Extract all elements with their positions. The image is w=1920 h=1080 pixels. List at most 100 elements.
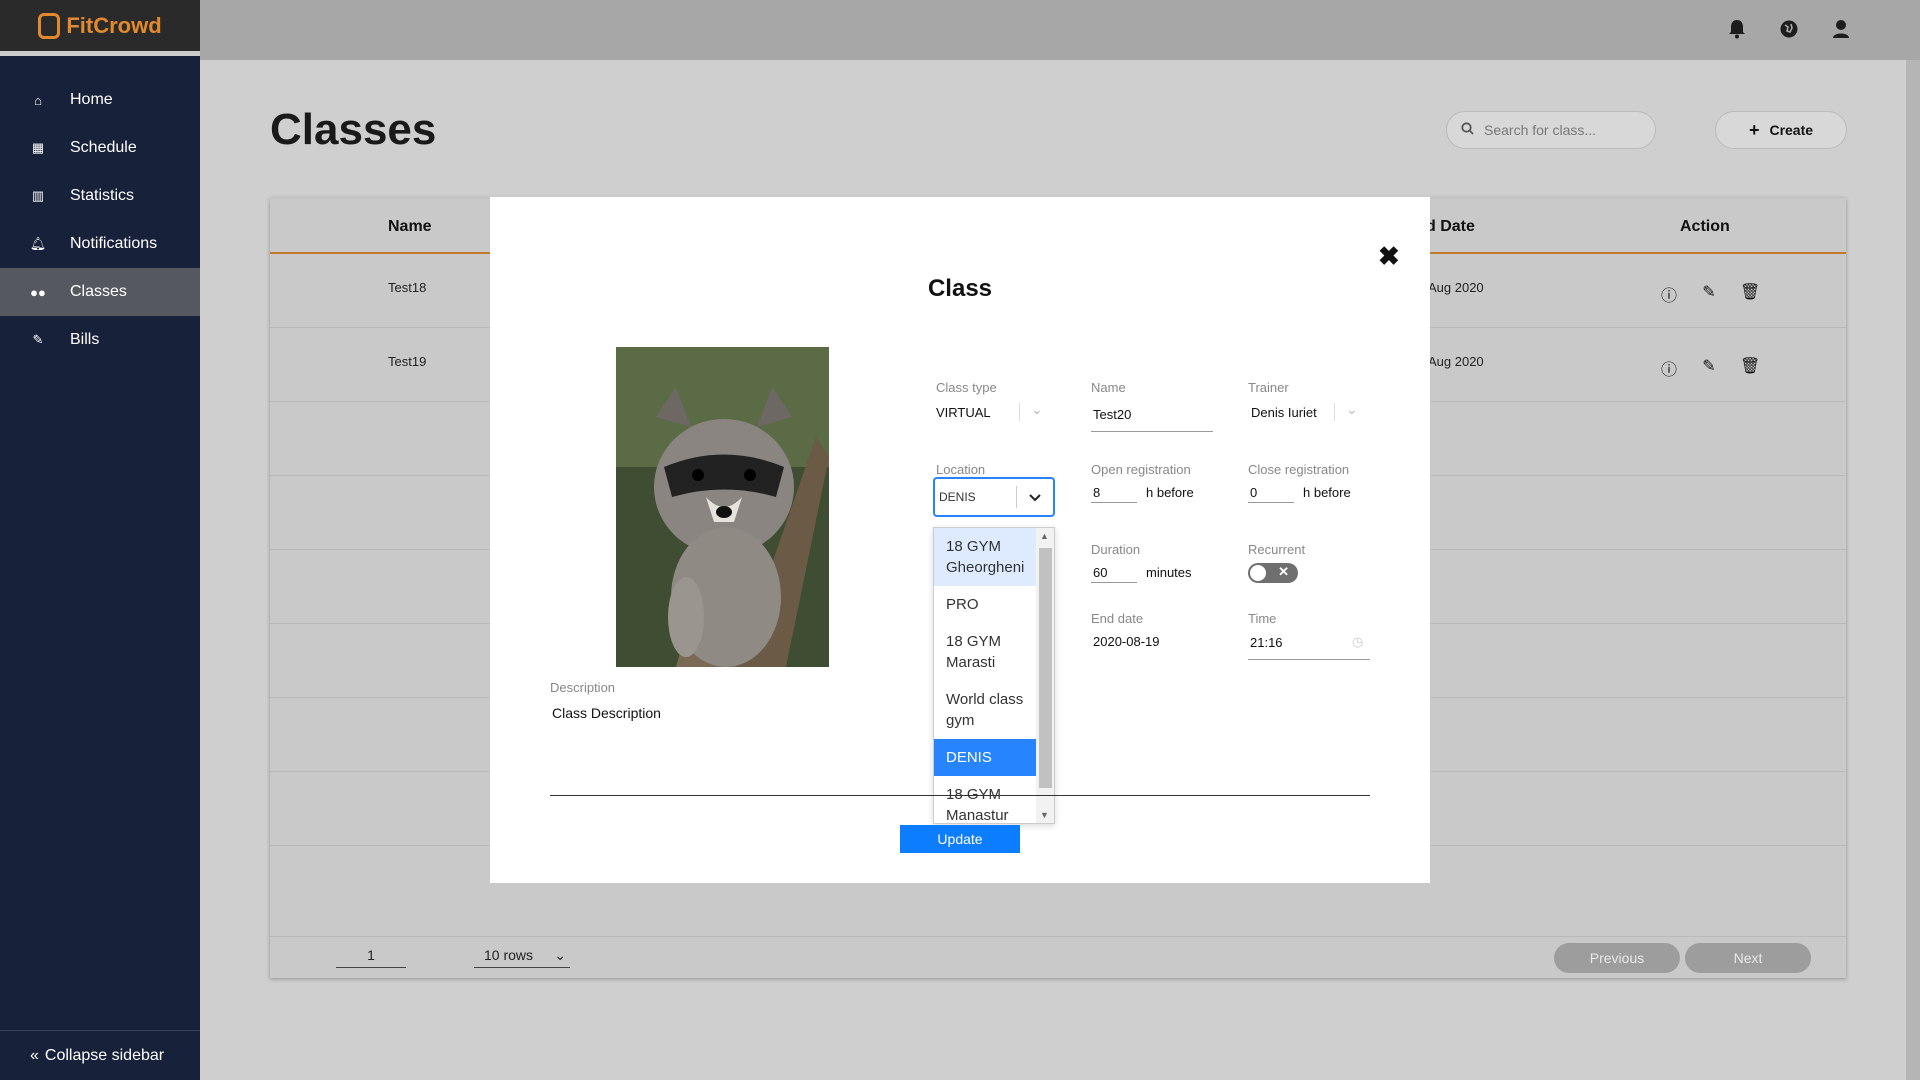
class-image[interactable] xyxy=(616,347,829,667)
update-button[interactable]: Update xyxy=(900,825,1020,853)
sidebar-item-schedule[interactable]: ▦ Schedule xyxy=(0,124,200,172)
globe-icon[interactable] xyxy=(1778,18,1800,40)
location-options: 18 GYM Gheorgheni PRO 18 GYM Marasti Wor… xyxy=(934,528,1037,823)
chevron-down-icon xyxy=(1017,489,1053,505)
sidebar-item-label: Home xyxy=(70,91,113,108)
create-button[interactable]: + Create xyxy=(1715,111,1847,149)
sidebar-item-bills[interactable]: ✎ Bills xyxy=(0,316,200,364)
column-header-name[interactable]: Name xyxy=(388,218,432,236)
name-label: Name xyxy=(1091,380,1126,395)
collapse-sidebar-button[interactable]: « Collapse sidebar xyxy=(0,1030,200,1080)
location-select[interactable]: DENIS xyxy=(933,477,1055,517)
trainer-value: Denis Iuriet xyxy=(1251,405,1317,420)
trash-icon[interactable]: 🗑︎ xyxy=(1740,356,1760,380)
sidebar-nav: ⌂ Home ▦ Schedule ▥ Statistics 🔔︎ Notifi… xyxy=(0,76,200,364)
duration-input[interactable]: 60 xyxy=(1093,565,1107,580)
close-icon[interactable]: ✖ xyxy=(1378,241,1400,272)
close-icon: ✕ xyxy=(1278,564,1289,579)
search-placeholder: Search for class... xyxy=(1484,122,1597,138)
scroll-down-icon[interactable]: ▼ xyxy=(1040,810,1049,820)
location-option-selected[interactable]: DENIS xyxy=(934,739,1037,776)
page-scrollbar[interactable] xyxy=(1906,60,1920,1080)
trainer-label: Trainer xyxy=(1248,380,1289,395)
watch-icon xyxy=(38,12,61,39)
time-input[interactable]: 21:16 xyxy=(1250,635,1283,650)
brand-logo[interactable]: FitCrowd xyxy=(38,12,162,39)
edit-icon[interactable]: ✎ xyxy=(1700,282,1718,306)
class-type-label: Class type xyxy=(936,380,997,395)
info-icon[interactable]: ⓘ xyxy=(1660,282,1678,306)
rows-per-page-value: 10 rows xyxy=(484,947,534,963)
sidebar-item-label: Schedule xyxy=(70,139,137,156)
trainer-select[interactable]: Denis Iuriet ⌄ xyxy=(1248,395,1370,423)
sidebar-item-statistics[interactable]: ▥ Statistics xyxy=(0,172,200,220)
location-option[interactable]: 18 GYM Marasti xyxy=(934,623,1037,681)
chevron-down-icon: ⌄ xyxy=(554,947,566,963)
scroll-thumb[interactable] xyxy=(1039,548,1052,788)
plus-icon: + xyxy=(1748,119,1760,140)
close-registration-input[interactable]: 0 xyxy=(1250,485,1257,500)
create-label: Create xyxy=(1769,122,1814,138)
edit-icon[interactable]: ✎ xyxy=(1700,356,1718,380)
bar-chart-icon: ▥ xyxy=(31,188,45,203)
class-type-select[interactable]: VIRTUAL ⌄ xyxy=(933,395,1055,423)
collapse-label: Collapse sidebar xyxy=(44,1046,165,1064)
location-option[interactable]: World class gym xyxy=(934,681,1037,739)
recurrent-toggle[interactable]: ✕ xyxy=(1248,563,1298,583)
open-registration-input[interactable]: 8 xyxy=(1093,485,1100,500)
chevron-down-icon: ⌄ xyxy=(1031,401,1043,417)
location-option[interactable]: 18 GYM Gheorgheni xyxy=(934,528,1037,586)
trash-icon[interactable]: 🗑︎ xyxy=(1740,282,1760,306)
column-header-end-date[interactable]: d Date xyxy=(1426,218,1475,236)
time-underline xyxy=(1248,659,1370,660)
sidebar-item-label: Notifications xyxy=(70,235,158,252)
row-end-date: Aug 2020 xyxy=(1428,354,1484,369)
home-icon: ⌂ xyxy=(34,92,42,108)
location-dropdown: 18 GYM Gheorgheni PRO 18 GYM Marasti Wor… xyxy=(933,527,1055,824)
close-registration-underline xyxy=(1248,502,1294,503)
next-button[interactable]: Next xyxy=(1685,943,1811,973)
search-icon xyxy=(1461,122,1474,138)
sidebar-item-notifications[interactable]: 🔔︎ Notifications xyxy=(0,220,200,268)
class-modal: ✖ Class Class type VIRTUAL ⌄ Name Test20 xyxy=(490,197,1430,883)
page-number-input[interactable]: 1 xyxy=(336,947,406,968)
double-chevron-left-icon: « xyxy=(30,1046,39,1064)
open-registration-label: Open registration xyxy=(1091,462,1191,477)
open-registration-suffix: h before xyxy=(1146,485,1194,500)
info-icon[interactable]: ⓘ xyxy=(1660,356,1678,380)
table-footer: 1 10 rows ⌄ Previous Next xyxy=(270,936,1846,978)
sidebar-item-label: Statistics xyxy=(70,187,135,204)
description-underline xyxy=(550,795,1370,796)
top-icons xyxy=(1726,18,1852,40)
previous-button[interactable]: Previous xyxy=(1554,943,1680,973)
duration-underline xyxy=(1091,582,1137,583)
description-field[interactable]: Class Description xyxy=(552,705,661,721)
sidebar-item-home[interactable]: ⌂ Home xyxy=(0,76,200,124)
logo-bar: FitCrowd xyxy=(0,0,200,56)
toggle-knob xyxy=(1250,565,1266,581)
search-input[interactable]: Search for class... xyxy=(1446,111,1656,149)
brand-name: FitCrowd xyxy=(66,12,162,38)
sidebar-item-classes[interactable]: ●● Classes xyxy=(0,268,200,316)
sidebar: FitCrowd ⌂ Home ▦ Schedule ▥ Statistics … xyxy=(0,0,200,1080)
name-underline xyxy=(1091,431,1213,432)
row-name: Test18 xyxy=(388,280,427,295)
end-date-label: End date xyxy=(1091,611,1144,626)
duration-label: Duration xyxy=(1091,542,1141,557)
sidebar-item-label: Classes xyxy=(70,283,127,300)
scroll-up-icon[interactable]: ▲ xyxy=(1040,531,1049,541)
paperclip-icon: ✎ xyxy=(32,332,44,347)
end-date-input[interactable]: 2020-08-19 xyxy=(1093,634,1160,649)
bell-icon: 🔔︎ xyxy=(29,236,47,251)
time-label: Time xyxy=(1248,611,1277,626)
location-option[interactable]: 18 GYM Manastur xyxy=(934,776,1037,823)
clock-icon[interactable]: ◷ xyxy=(1352,634,1363,650)
bell-icon[interactable] xyxy=(1726,18,1748,40)
rows-per-page-select[interactable]: 10 rows ⌄ xyxy=(474,947,570,968)
name-field[interactable]: Test20 xyxy=(1093,407,1131,422)
open-registration-underline xyxy=(1091,502,1137,503)
user-icon[interactable] xyxy=(1830,18,1852,40)
dropdown-scrollbar[interactable]: ▲ ▼ xyxy=(1036,528,1054,823)
location-option[interactable]: PRO xyxy=(934,586,1037,623)
description-label: Description xyxy=(550,680,616,695)
